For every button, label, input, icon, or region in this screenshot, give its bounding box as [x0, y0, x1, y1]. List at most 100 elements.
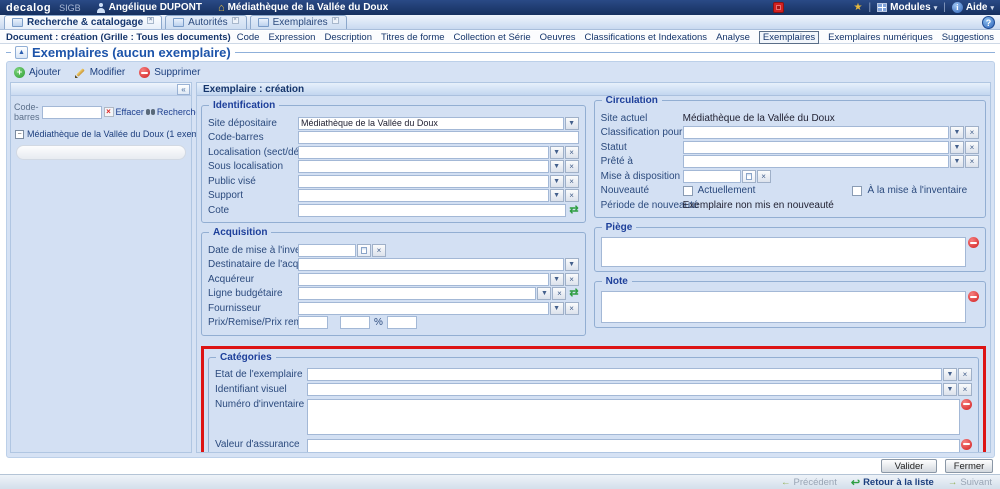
favorites-icon[interactable]: ★ — [854, 2, 863, 13]
close-icon[interactable]: × — [232, 17, 239, 24]
close-icon[interactable]: × — [332, 17, 339, 24]
site-tree-node[interactable]: − Médiathèque de la Vallée du Doux (1 ex… — [11, 126, 191, 142]
nav-expression[interactable]: Expression — [268, 32, 315, 43]
chevron-down-icon[interactable]: ▼ — [943, 383, 957, 396]
chevron-down-icon[interactable]: ▼ — [550, 175, 564, 188]
alert-icon[interactable] — [773, 2, 784, 13]
identifiant-visuel-combo[interactable] — [307, 383, 942, 396]
modules-menu[interactable]: Modules ▾ — [877, 2, 937, 13]
chevron-down-icon[interactable]: ▼ — [550, 146, 564, 159]
remove-icon[interactable] — [968, 237, 979, 248]
nav-classifications[interactable]: Classifications et Indexations — [585, 32, 708, 43]
retour-liste-button[interactable]: ↩ Retour à la liste — [851, 476, 934, 489]
cote-input[interactable] — [298, 204, 566, 217]
rechercher-button[interactable]: Rechercher — [146, 107, 204, 117]
clear-icon[interactable]: × — [565, 302, 579, 315]
current-site[interactable]: ⌂ Médiathèque de la Vallée du Doux — [218, 2, 388, 13]
ajouter-button[interactable]: + Ajouter — [14, 67, 61, 78]
help-icon[interactable]: ? — [982, 16, 995, 29]
piege-textarea[interactable] — [601, 237, 966, 267]
prix-remise-input[interactable] — [387, 316, 417, 329]
sous-localisation-combo[interactable] — [298, 160, 549, 173]
clear-icon[interactable]: × — [958, 368, 972, 381]
support-combo[interactable] — [298, 189, 549, 202]
ligne-budgetaire-combo[interactable] — [298, 287, 536, 300]
clear-icon[interactable]: × — [565, 175, 579, 188]
chevron-down-icon[interactable]: ▼ — [943, 368, 957, 381]
mise-a-disposition-input[interactable] — [683, 170, 741, 183]
current-user[interactable]: Angélique DUPONT — [97, 2, 202, 13]
classification-pret-combo[interactable] — [683, 126, 949, 139]
acquereur-combo[interactable] — [298, 273, 549, 286]
empty-exemplaire-row[interactable] — [16, 145, 186, 160]
chevron-down-icon[interactable]: ▼ — [550, 189, 564, 202]
tab-exemplaires[interactable]: Exemplaires × — [250, 15, 347, 29]
chevron-down-icon[interactable]: ▼ — [565, 258, 579, 271]
valeur-assurance-textarea[interactable] — [307, 439, 960, 453]
nav-description[interactable]: Description — [324, 32, 372, 43]
remove-icon[interactable] — [968, 291, 979, 302]
barcode-input[interactable] — [42, 106, 102, 119]
clear-icon[interactable]: × — [565, 273, 579, 286]
numero-inventaire-textarea[interactable] — [307, 399, 960, 435]
localisation-combo[interactable] — [298, 146, 549, 159]
public-vise-combo[interactable] — [298, 175, 549, 188]
modifier-button[interactable]: Modifier — [75, 67, 126, 78]
precedent-button[interactable]: ← Précédent — [781, 477, 837, 488]
aide-menu[interactable]: i Aide ▾ — [952, 2, 994, 13]
remove-icon[interactable] — [961, 439, 972, 450]
clear-icon[interactable]: × — [565, 189, 579, 202]
clear-icon[interactable]: × — [565, 160, 579, 173]
clear-icon[interactable]: × — [965, 141, 979, 154]
remise-input[interactable] — [340, 316, 370, 329]
chevron-down-icon[interactable]: ▼ — [565, 117, 579, 130]
note-textarea[interactable] — [601, 291, 966, 323]
suivant-button[interactable]: → Suivant — [948, 477, 992, 488]
clear-icon[interactable]: × — [958, 383, 972, 396]
tab-recherche-catalogage[interactable]: Recherche & catalogage × — [4, 15, 162, 29]
collapse-panel-button[interactable]: ▲ — [15, 46, 28, 59]
nav-collection-serie[interactable]: Collection et Série — [454, 32, 531, 43]
refresh-icon[interactable]: ⇄ — [569, 205, 578, 216]
statut-combo[interactable] — [683, 141, 949, 154]
tree-collapse-icon[interactable]: − — [15, 130, 24, 139]
prete-a-combo[interactable] — [683, 155, 949, 168]
clear-icon[interactable]: × — [372, 244, 386, 257]
valider-button[interactable]: Valider — [881, 459, 937, 473]
clear-icon[interactable]: × — [552, 287, 566, 300]
code-barres-input[interactable] — [298, 131, 579, 144]
calendar-icon[interactable] — [742, 170, 756, 183]
close-icon[interactable]: × — [147, 17, 154, 24]
supprimer-button[interactable]: Supprimer — [139, 67, 200, 78]
chevron-down-icon[interactable]: ▼ — [537, 287, 551, 300]
destinataire-select[interactable] — [298, 258, 564, 271]
clear-icon[interactable]: × — [965, 126, 979, 139]
nav-suggestions[interactable]: Suggestions — [942, 32, 994, 43]
chevron-down-icon[interactable]: ▼ — [950, 141, 964, 154]
date-inventaire-input[interactable] — [298, 244, 356, 257]
clear-icon[interactable]: × — [965, 155, 979, 168]
clear-icon[interactable]: × — [565, 146, 579, 159]
etat-exemplaire-combo[interactable] — [307, 368, 942, 381]
calendar-icon[interactable] — [357, 244, 371, 257]
nav-oeuvres[interactable]: Oeuvres — [540, 32, 576, 43]
chevron-down-icon[interactable]: ▼ — [950, 155, 964, 168]
tab-autorites[interactable]: Autorités × — [165, 15, 246, 29]
remove-icon[interactable] — [961, 399, 972, 410]
chevron-down-icon[interactable]: ▼ — [550, 160, 564, 173]
mise-inventaire-checkbox[interactable] — [852, 186, 862, 196]
chevron-down-icon[interactable]: ▼ — [550, 273, 564, 286]
fournisseur-combo[interactable] — [298, 302, 549, 315]
nav-exemplaires[interactable]: Exemplaires — [759, 31, 819, 44]
nav-analyse[interactable]: Analyse — [716, 32, 750, 43]
chevron-down-icon[interactable]: ▼ — [950, 126, 964, 139]
chevron-down-icon[interactable]: ▼ — [550, 302, 564, 315]
prix-input[interactable] — [298, 316, 328, 329]
refresh-icon[interactable]: ⇄ — [569, 288, 578, 299]
nav-titres-de-forme[interactable]: Titres de forme — [381, 32, 445, 43]
fermer-button[interactable]: Fermer — [945, 459, 993, 473]
effacer-button[interactable]: × Effacer — [104, 107, 144, 117]
nav-code[interactable]: Code — [237, 32, 260, 43]
clear-icon[interactable]: × — [757, 170, 771, 183]
actuellement-checkbox[interactable] — [683, 186, 693, 196]
